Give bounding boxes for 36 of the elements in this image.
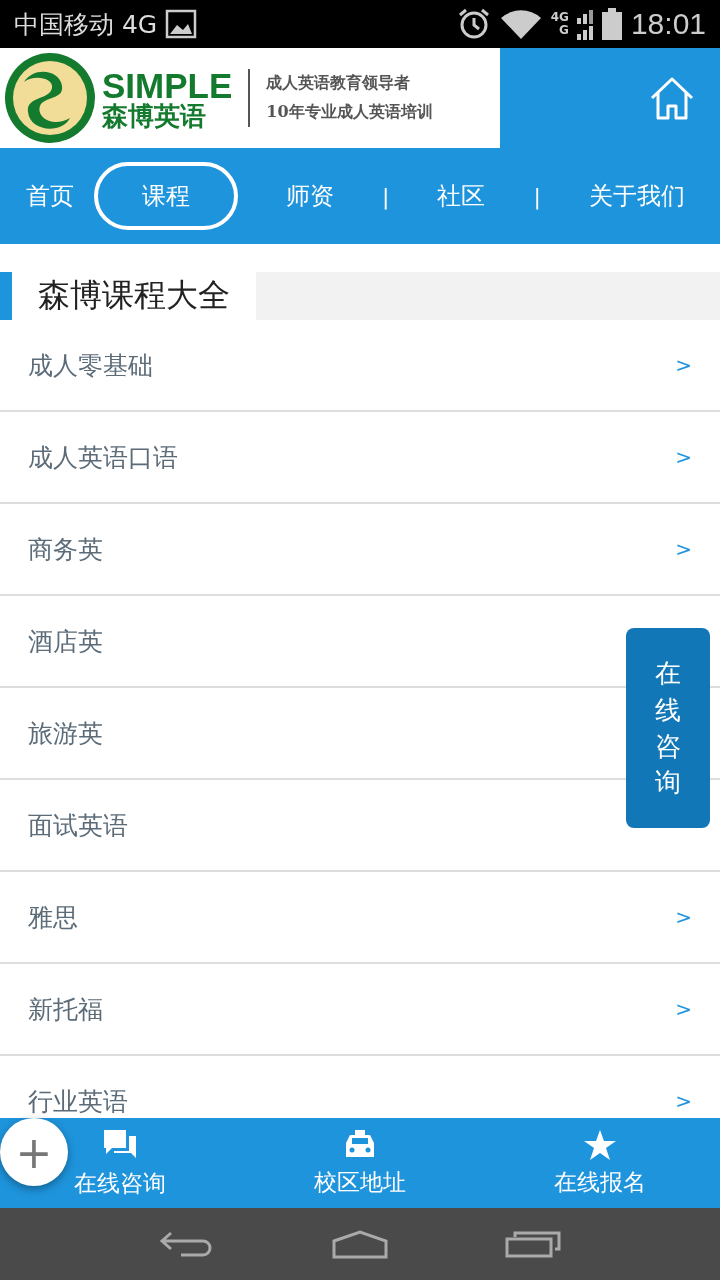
bottom-tab[interactable]: 校区地址	[314, 1118, 406, 1208]
add-button[interactable]: +	[0, 1118, 68, 1186]
tagline-text: 10年专业成人英语培训	[266, 102, 433, 123]
nav-divider: |	[382, 183, 390, 209]
logo-text: SIMPLE	[102, 67, 233, 103]
nav-tab[interactable]: 课程	[94, 162, 238, 230]
logo-icon	[4, 52, 96, 144]
battery-icon	[600, 8, 623, 40]
home-icon[interactable]	[332, 1229, 388, 1259]
course-item[interactable]: 成人零基础 >	[0, 320, 720, 412]
clock-text: 18:01	[630, 7, 706, 41]
course-item[interactable]: 商务英 >	[0, 504, 720, 596]
section-title: 森博课程大全	[37, 275, 231, 316]
consult-button[interactable]: 在线咨询	[626, 628, 710, 828]
logo-subtitle: 森博英语	[102, 102, 207, 129]
star-icon	[583, 1128, 617, 1161]
carrier-text: 中国移动 4G	[14, 8, 158, 41]
network-text: G	[559, 24, 569, 37]
alarm-icon	[456, 7, 491, 41]
course-item[interactable]: 成人英语口语 >	[0, 412, 720, 504]
tagline-text: 成人英语教育领导者	[266, 73, 412, 94]
signal-icon	[576, 8, 593, 40]
nav-tab[interactable]: 社区	[389, 162, 534, 230]
nav-divider: |	[533, 183, 541, 209]
nav-tab[interactable]: 师资	[238, 162, 382, 230]
recent-apps-icon[interactable]	[505, 1229, 562, 1259]
wifi-icon	[498, 8, 543, 40]
image-icon	[165, 9, 198, 39]
course-item[interactable]: 雅思 >	[0, 872, 720, 964]
course-item[interactable]: 新托福 >	[0, 964, 720, 1056]
nav-tab[interactable]: 关于我们	[540, 162, 720, 230]
bottom-tab[interactable]: 在线咨询	[74, 1118, 166, 1208]
network-text: 4G	[550, 11, 569, 24]
bottom-tab[interactable]: 在线报名	[554, 1118, 646, 1208]
section-marker	[0, 272, 12, 320]
nav-tab[interactable]: 首页	[6, 162, 94, 230]
